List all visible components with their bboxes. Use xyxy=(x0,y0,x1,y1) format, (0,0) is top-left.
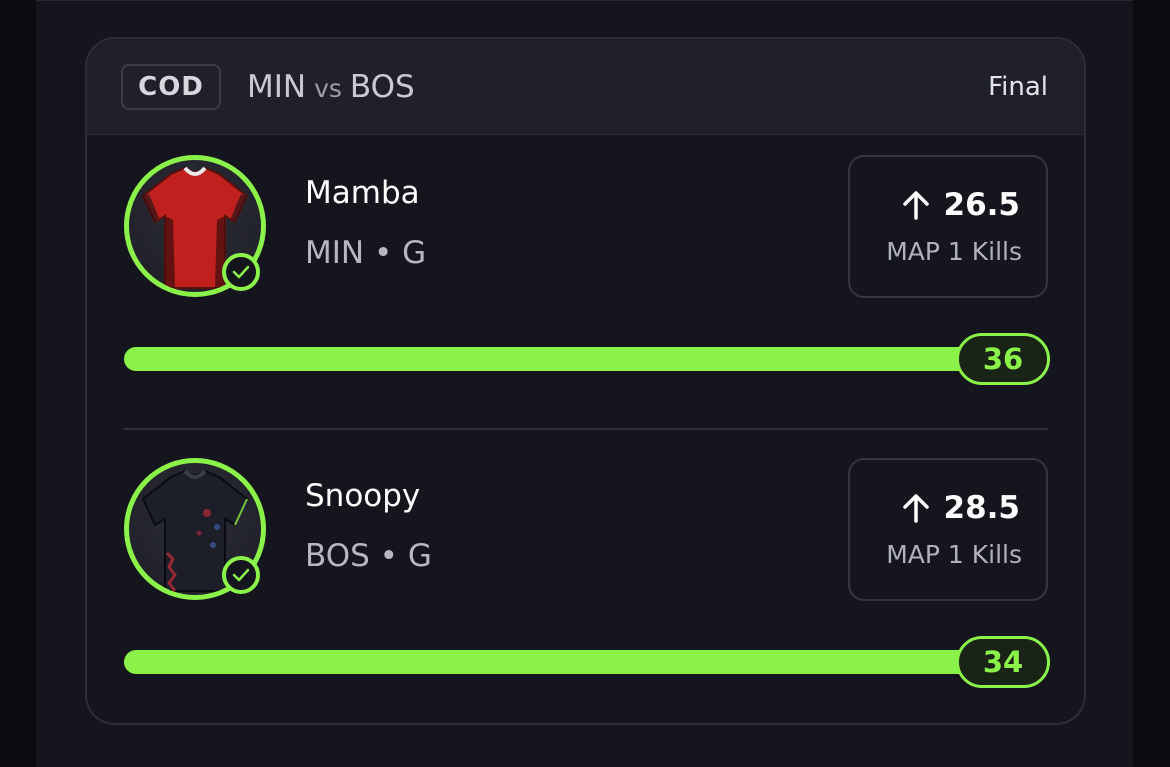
team-b: BOS xyxy=(349,69,415,105)
player-team: BOS xyxy=(305,538,370,574)
progress-fill xyxy=(124,650,1050,674)
player-row[interactable]: Snoopy BOS • G 28.5 MAP 1 Kills 34 xyxy=(87,438,1084,708)
progress-track xyxy=(124,650,1050,674)
vs-label: vs xyxy=(314,74,342,103)
player-row[interactable]: Mamba MIN • G 26.5 MAP 1 Kills 36 xyxy=(87,135,1084,405)
matchup-title: MIN vs BOS xyxy=(247,64,415,110)
card-header: COD MIN vs BOS Final xyxy=(87,39,1084,135)
projection-value: 28.5 xyxy=(902,490,1021,526)
arrow-up-icon xyxy=(902,191,929,220)
player-team: MIN xyxy=(305,235,365,271)
matchup-card[interactable]: COD MIN vs BOS Final Mamba MIN • G 26.5 … xyxy=(85,37,1086,725)
row-divider xyxy=(124,428,1048,430)
projection-value: 26.5 xyxy=(902,187,1021,223)
projection-stat: MAP 1 Kills xyxy=(886,237,1022,266)
game-status: Final xyxy=(988,72,1048,102)
meta-separator: • xyxy=(373,235,393,271)
projection-line: 28.5 xyxy=(943,490,1021,526)
check-circle-icon xyxy=(222,253,260,291)
arrow-up-icon xyxy=(902,494,929,523)
team-a: MIN xyxy=(247,69,307,105)
page: COD MIN vs BOS Final Mamba MIN • G 26.5 … xyxy=(0,0,1170,767)
projection-box[interactable]: 26.5 MAP 1 Kills xyxy=(848,155,1048,298)
projection-line: 26.5 xyxy=(943,187,1021,223)
player-team-position: MIN • G xyxy=(305,235,426,271)
league-badge: COD xyxy=(121,64,221,110)
progress-fill xyxy=(124,347,1050,371)
meta-separator: • xyxy=(379,538,398,574)
player-name: Mamba xyxy=(305,175,420,211)
result-badge: 34 xyxy=(956,636,1050,688)
player-position: G xyxy=(407,538,432,574)
player-position: G xyxy=(402,235,427,271)
projection-box[interactable]: 28.5 MAP 1 Kills xyxy=(848,458,1048,601)
player-team-position: BOS • G xyxy=(305,538,432,574)
check-circle-icon xyxy=(222,556,260,594)
progress-track xyxy=(124,347,1050,371)
result-badge: 36 xyxy=(956,333,1050,385)
player-name: Snoopy xyxy=(305,478,421,514)
projection-stat: MAP 1 Kills xyxy=(886,540,1022,569)
